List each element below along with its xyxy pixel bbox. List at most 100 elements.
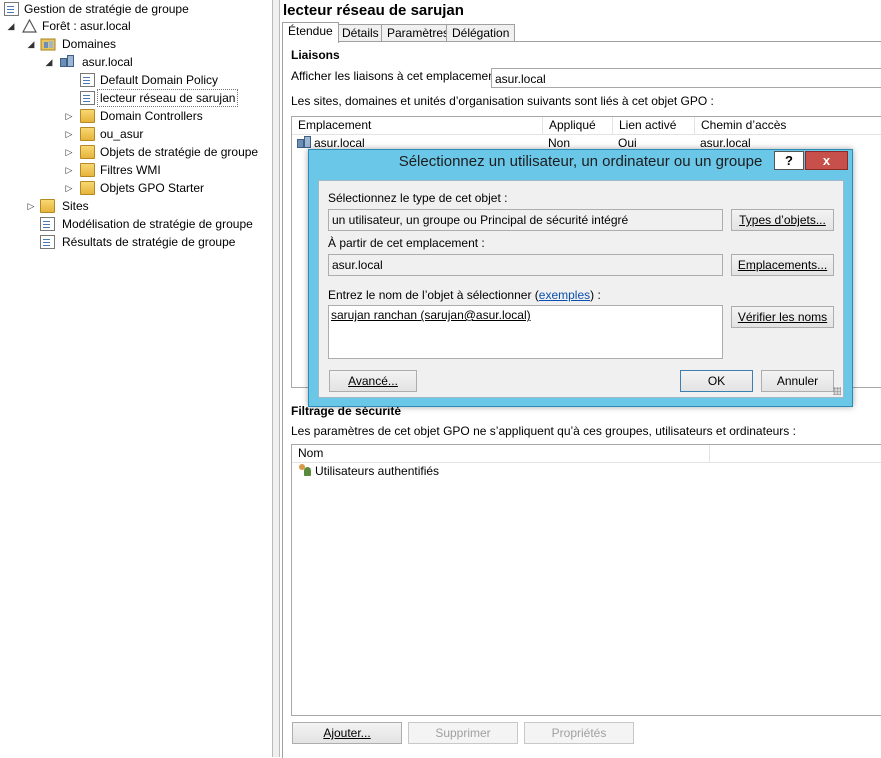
gpo-link-icon [80, 91, 95, 105]
folder-icon [80, 181, 95, 195]
gpo-title: lecteur réseau de sarujan [283, 2, 464, 19]
links-section-title: Liaisons [291, 48, 340, 62]
expand-arrow-icon[interactable]: ▷ [64, 125, 74, 143]
help-button[interactable]: ? [774, 151, 804, 170]
collapse-arrow-icon[interactable]: ◢ [26, 35, 36, 53]
tree-label: Filtres WMI [100, 163, 161, 177]
object-name-input[interactable]: sarujan ranchan (sarujan@asur.local) [328, 305, 723, 359]
links-description: Les sites, domaines et unités d’organisa… [291, 94, 714, 108]
dialog-title: Sélectionnez un utilisateur, un ordinate… [398, 153, 763, 170]
close-icon: x [822, 153, 831, 168]
advanced-button[interactable]: Avancé... [329, 370, 417, 392]
users-group-icon [298, 464, 312, 477]
tree-label: Domain Controllers [100, 109, 203, 123]
tree-label: Objets GPO Starter [100, 181, 205, 195]
forest-icon [21, 18, 38, 33]
tree-label: ou_asur [100, 127, 144, 141]
cancel-button-label: Annuler [776, 374, 819, 388]
check-names-button[interactable]: Vérifier les noms [731, 306, 834, 328]
object-name-value: sarujan ranchan (sarujan@asur.local) [331, 308, 531, 322]
check-names-button-label: Vérifier les noms [737, 310, 828, 324]
ok-button-label: OK [707, 374, 726, 388]
security-filtering-description: Les paramètres de cet objet GPO ne s’app… [291, 424, 796, 438]
domain-icon [60, 55, 75, 68]
locations-button-label: Emplacements... [737, 258, 828, 272]
remove-button[interactable]: Supprimer [408, 722, 518, 744]
modeling-icon [40, 217, 55, 231]
ou-folder-icon [80, 109, 95, 123]
column-header-name[interactable]: Nom [292, 445, 710, 462]
properties-button[interactable]: Propriétés [524, 722, 634, 744]
links-list-header: Emplacement Appliqué Lien activé Chemin … [292, 117, 881, 135]
column-header-enforced[interactable]: Appliqué [543, 117, 613, 134]
folder-icon [80, 163, 95, 177]
tree-label: Sites [62, 199, 89, 213]
cancel-button[interactable]: Annuler [761, 370, 834, 392]
column-header-location[interactable]: Emplacement [292, 117, 543, 134]
properties-button-label: Propriétés [551, 726, 607, 740]
tree-label: Résultats de stratégie de groupe [62, 235, 236, 249]
row-path: asur.local [700, 136, 751, 150]
tree-label: Default Domain Policy [100, 73, 219, 87]
remove-button-label: Supprimer [435, 726, 491, 740]
folder-icon [80, 145, 95, 159]
tree-label-selected: lecteur réseau de sarujan [97, 89, 239, 107]
row-enforced: Non [548, 136, 571, 150]
resize-grip-icon[interactable] [833, 387, 841, 395]
location-field: asur.local [328, 254, 723, 276]
examples-link[interactable]: exemples [539, 288, 590, 302]
advanced-button-label: Avancé... [348, 374, 398, 388]
pane-splitter[interactable] [272, 0, 280, 757]
object-name-label-prefix: Entrez le nom de l’objet à sélectionner … [328, 288, 539, 302]
help-icon: ? [785, 153, 793, 168]
results-icon [40, 235, 55, 249]
tab-details[interactable]: Détails [336, 24, 385, 42]
row-name: Utilisateurs authentifiés [315, 464, 440, 478]
locations-button[interactable]: Emplacements... [731, 254, 834, 276]
object-name-label: Entrez le nom de l’objet à sélectionner … [328, 288, 601, 302]
expand-arrow-icon[interactable]: ▷ [64, 143, 74, 161]
location-label: À partir de cet emplacement : [328, 236, 485, 250]
column-header-path[interactable]: Chemin d’accès [695, 117, 881, 134]
ou-folder-icon [80, 127, 95, 141]
domains-icon [40, 37, 56, 51]
tree-label: Gestion de stratégie de groupe [24, 2, 189, 16]
collapse-arrow-icon[interactable]: ◢ [44, 53, 54, 71]
console-tree: Gestion de stratégie de groupe ◢ Forêt :… [0, 0, 272, 757]
expand-arrow-icon[interactable]: ▷ [64, 179, 74, 197]
show-links-label: Afficher les liaisons à cet emplacement … [291, 69, 505, 83]
tab-delegation[interactable]: Délégation [446, 24, 516, 42]
sites-icon [40, 199, 55, 213]
row-location: asur.local [314, 136, 365, 150]
expand-arrow-icon[interactable]: ▷ [64, 107, 74, 125]
dialog-body: Sélectionnez le type de cet objet : un u… [318, 180, 844, 398]
add-button-label: Ajouter... [323, 726, 371, 740]
column-header-enabled[interactable]: Lien activé [613, 117, 695, 134]
expand-arrow-icon[interactable]: ▷ [64, 161, 74, 179]
security-filtering-list[interactable]: Nom Utilisateurs authentifiés [291, 444, 881, 716]
domain-icon [297, 136, 312, 149]
object-type-label: Sélectionnez le type de cet objet : [328, 191, 508, 205]
tree-label: Modélisation de stratégie de groupe [62, 217, 253, 231]
show-links-dropdown[interactable]: asur.local [491, 68, 881, 88]
object-types-button[interactable]: Types d’objets... [731, 209, 834, 231]
tree-label: Domaines [62, 37, 117, 51]
add-button[interactable]: Ajouter... [292, 722, 402, 744]
tree-label: Forêt : asur.local [42, 19, 131, 33]
collapse-arrow-icon[interactable]: ◢ [6, 17, 16, 35]
tree-label: Objets de stratégie de groupe [100, 145, 259, 159]
list-item[interactable]: Utilisateurs authentifiés [292, 463, 881, 479]
object-types-button-label: Types d’objets... [739, 213, 826, 227]
security-list-header: Nom [292, 445, 881, 463]
object-name-label-suffix: ) : [590, 288, 601, 302]
row-enabled: Oui [618, 136, 637, 150]
ok-button[interactable]: OK [680, 370, 753, 392]
select-user-dialog: Sélectionnez un utilisateur, un ordinate… [308, 149, 853, 407]
gpmc-icon [4, 2, 19, 16]
tree-label: asur.local [82, 55, 133, 69]
tab-settings[interactable]: Paramètres [381, 24, 456, 42]
tab-scope[interactable]: Étendue [282, 22, 339, 43]
close-button[interactable]: x [805, 151, 848, 170]
expand-arrow-icon[interactable]: ▷ [26, 197, 36, 215]
gpo-link-icon [80, 73, 95, 87]
